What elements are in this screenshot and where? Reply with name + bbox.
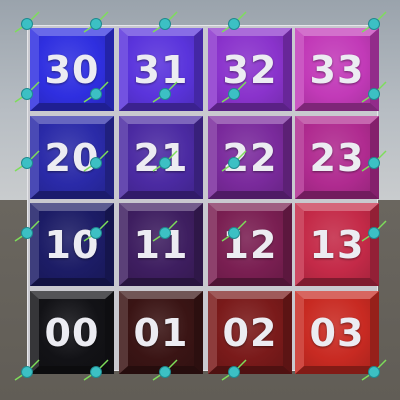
tile-label: 22 (222, 135, 278, 180)
tile-label: 01 (133, 310, 189, 355)
tile-label: 11 (133, 222, 189, 267)
tile-32[interactable]: 32 (208, 28, 292, 111)
tile-label: 20 (44, 135, 100, 180)
tile-33[interactable]: 33 (295, 28, 379, 111)
tile-23[interactable]: 23 (295, 116, 379, 199)
tile-02[interactable]: 02 (208, 291, 292, 374)
tile-13[interactable]: 13 (295, 203, 379, 286)
tile-label: 33 (309, 47, 365, 92)
tile-01[interactable]: 01 (119, 291, 203, 374)
tile-label: 03 (309, 310, 365, 355)
tile-20[interactable]: 20 (30, 116, 114, 199)
tile-11[interactable]: 11 (119, 203, 203, 286)
tile-label: 32 (222, 47, 278, 92)
tile-label: 02 (222, 310, 278, 355)
tile-label: 21 (133, 135, 189, 180)
tile-22[interactable]: 22 (208, 116, 292, 199)
tile-31[interactable]: 31 (119, 28, 203, 111)
tile-30[interactable]: 30 (30, 28, 114, 111)
tile-21[interactable]: 21 (119, 116, 203, 199)
tile-label: 30 (44, 47, 100, 92)
tile-03[interactable]: 03 (295, 291, 379, 374)
game-viewport: 30 31 32 33 20 21 22 23 10 11 12 13 00 01 02 03 (0, 0, 400, 400)
tile-label: 12 (222, 222, 278, 267)
tile-label: 10 (44, 222, 100, 267)
tile-label: 31 (133, 47, 189, 92)
tile-board: 30 31 32 33 20 21 22 23 10 11 12 13 00 01 02 03 (27, 25, 379, 374)
tile-label: 00 (44, 310, 100, 355)
tile-12[interactable]: 12 (208, 203, 292, 286)
tile-label: 23 (309, 135, 365, 180)
tile-00[interactable]: 00 (30, 291, 114, 374)
tile-label: 13 (309, 222, 365, 267)
tile-10[interactable]: 10 (30, 203, 114, 286)
